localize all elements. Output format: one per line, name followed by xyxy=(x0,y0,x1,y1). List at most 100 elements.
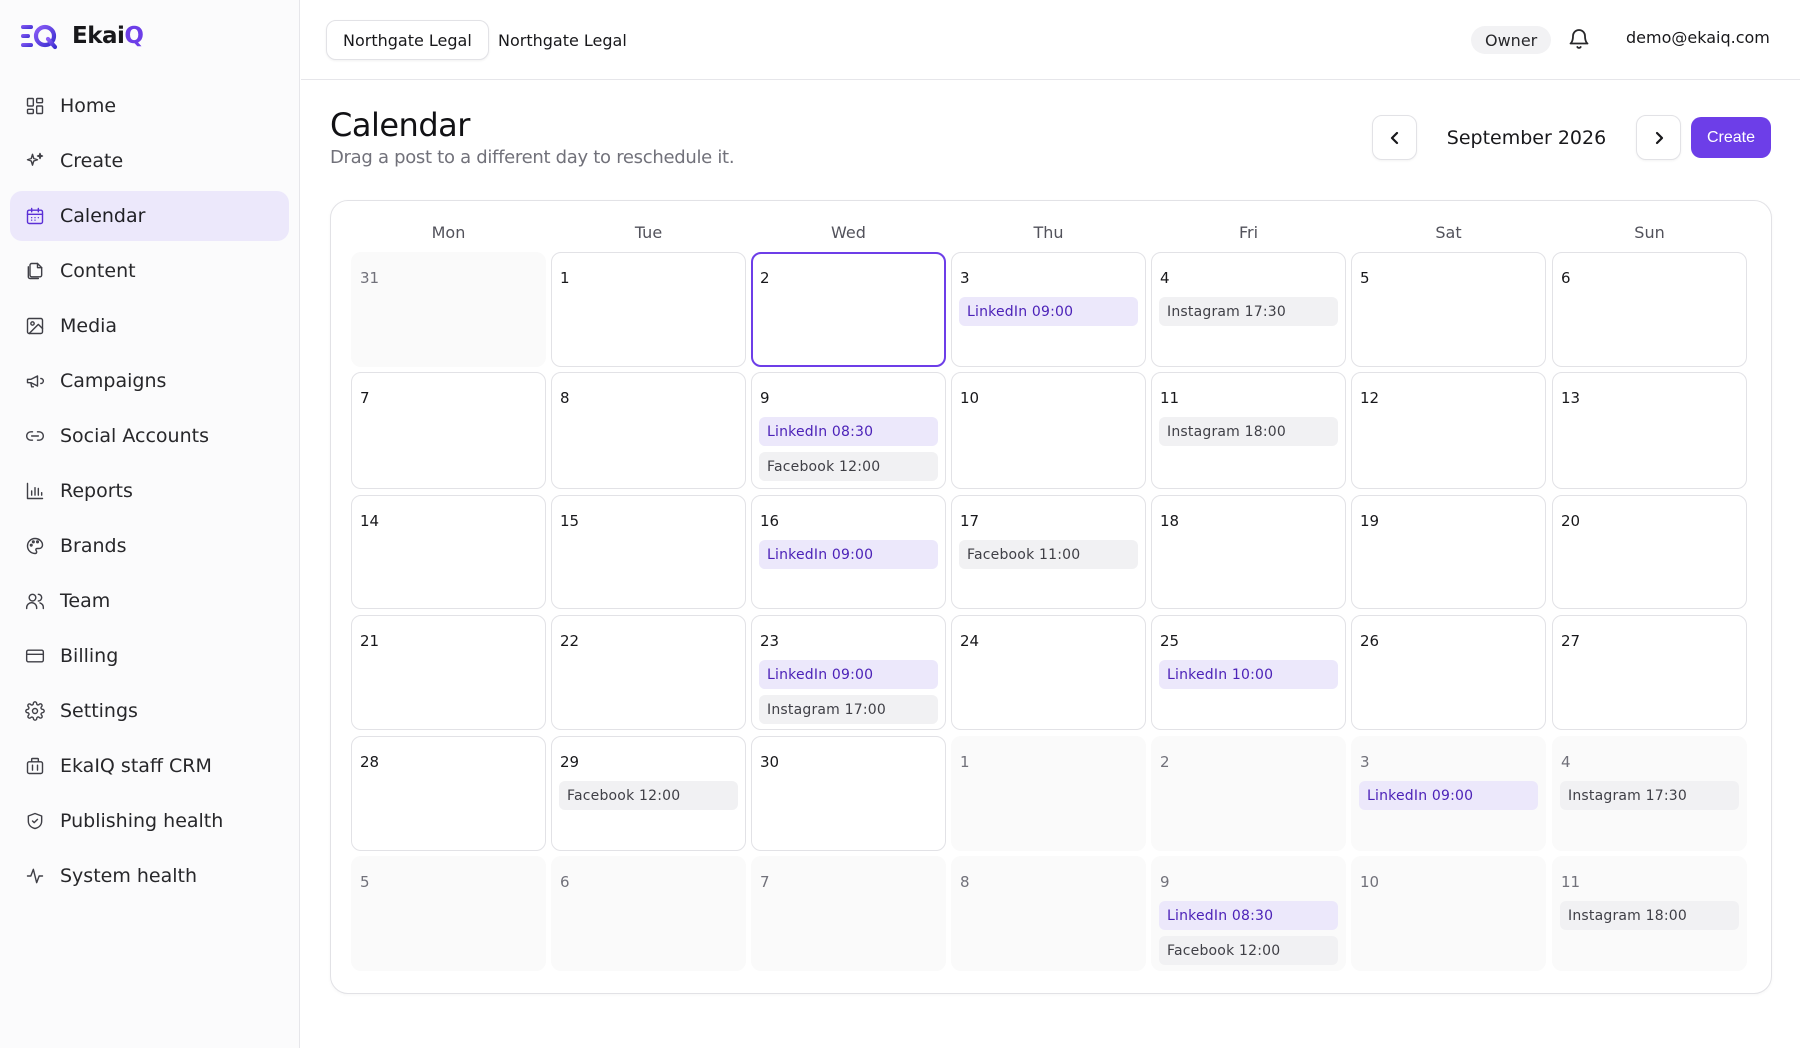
scheduled-post-linkedin[interactable]: LinkedIn 09:00 xyxy=(959,297,1138,326)
sidebar-item-label: Campaigns xyxy=(60,370,167,392)
scheduled-post-linkedin[interactable]: LinkedIn 09:00 xyxy=(759,540,938,569)
day-number: 29 xyxy=(560,753,580,771)
sidebar-item-label: Reports xyxy=(60,480,133,502)
sidebar-item-publishing-health[interactable]: Publishing health xyxy=(10,796,289,846)
sidebar-item-create[interactable]: Create xyxy=(10,136,289,186)
top-bar: Northgate Legal Northgate Legal Owner de… xyxy=(301,0,1800,80)
calendar-day[interactable]: 14 xyxy=(351,495,546,609)
sidebar-item-reports[interactable]: Reports xyxy=(10,466,289,516)
calendar-day[interactable]: 16 LinkedIn 09:00 xyxy=(751,495,946,609)
sidebar-item-campaigns[interactable]: Campaigns xyxy=(10,356,289,406)
palette-icon xyxy=(25,536,45,556)
day-number: 21 xyxy=(360,632,380,650)
next-month-button[interactable] xyxy=(1636,115,1681,160)
day-number: 18 xyxy=(1160,512,1180,530)
day-number: 4 xyxy=(1160,269,1170,287)
calendar-day[interactable]: 2 xyxy=(1151,736,1346,851)
calendar-day[interactable]: 24 xyxy=(951,615,1146,730)
calendar-day[interactable]: 22 xyxy=(551,615,746,730)
calendar-day-today[interactable]: 2 xyxy=(751,252,946,367)
bell-icon[interactable] xyxy=(1567,27,1593,53)
calendar-day[interactable]: 10 xyxy=(951,372,1146,489)
sidebar-item-label: Settings xyxy=(60,700,138,722)
sidebar-item-calendar[interactable]: Calendar xyxy=(10,191,289,241)
calendar-day[interactable]: 7 xyxy=(751,856,946,971)
calendar-day[interactable]: 4 Instagram 17:30 xyxy=(1552,736,1747,851)
calendar-day[interactable]: 8 xyxy=(551,372,746,489)
calendar-day[interactable]: 13 xyxy=(1552,372,1747,489)
calendar-day[interactable]: 15 xyxy=(551,495,746,609)
scheduled-post-facebook[interactable]: Facebook 12:00 xyxy=(759,452,938,481)
calendar-day[interactable]: 31 xyxy=(351,252,546,367)
sidebar-item-media[interactable]: Media xyxy=(10,301,289,351)
calendar-day[interactable]: 12 xyxy=(1351,372,1546,489)
tenant-tab-2[interactable]: Northgate Legal xyxy=(482,20,643,60)
calendar-day[interactable]: 25 LinkedIn 10:00 xyxy=(1151,615,1346,730)
sidebar-item-home[interactable]: Home xyxy=(10,81,289,131)
day-number: 6 xyxy=(560,873,570,891)
sidebar-item-content[interactable]: Content xyxy=(10,246,289,296)
calendar-day[interactable]: 10 xyxy=(1351,856,1546,971)
scheduled-post-instagram[interactable]: Instagram 17:00 xyxy=(759,695,938,724)
sidebar-item-social-accounts[interactable]: Social Accounts xyxy=(10,411,289,461)
calendar-day[interactable]: 5 xyxy=(351,856,546,971)
scheduled-post-linkedin[interactable]: LinkedIn 08:30 xyxy=(1159,901,1338,930)
calendar-day[interactable]: 6 xyxy=(1552,252,1747,367)
calendar-day[interactable]: 4 Instagram 17:30 xyxy=(1151,252,1346,367)
scheduled-post-linkedin[interactable]: LinkedIn 09:00 xyxy=(1359,781,1538,810)
previous-month-button[interactable] xyxy=(1372,115,1417,160)
calendar-day[interactable]: 1 xyxy=(551,252,746,367)
sidebar-item-system-health[interactable]: System health xyxy=(10,851,289,901)
day-number: 17 xyxy=(960,512,980,530)
calendar-day[interactable]: 27 xyxy=(1552,615,1747,730)
calendar-day[interactable]: 18 xyxy=(1151,495,1346,609)
day-number: 3 xyxy=(960,269,970,287)
day-number: 23 xyxy=(760,632,780,650)
scheduled-post-facebook[interactable]: Facebook 12:00 xyxy=(559,781,738,810)
day-number: 8 xyxy=(560,389,570,407)
calendar-day[interactable]: 26 xyxy=(1351,615,1546,730)
calendar-day[interactable]: 9 LinkedIn 08:30 Facebook 12:00 xyxy=(1151,856,1346,971)
day-number: 5 xyxy=(1360,269,1370,287)
calendar-day[interactable]: 11 Instagram 18:00 xyxy=(1552,856,1747,971)
calendar-day[interactable]: 30 xyxy=(751,736,946,851)
sidebar-nav: Home Create Calendar Content Media Campaigns S… xyxy=(10,81,289,906)
documents-icon xyxy=(25,261,45,281)
calendar-day[interactable]: 3 LinkedIn 09:00 xyxy=(1351,736,1546,851)
calendar-day[interactable]: 9 LinkedIn 08:30 Facebook 12:00 xyxy=(751,372,946,489)
calendar-day[interactable]: 6 xyxy=(551,856,746,971)
calendar-day[interactable]: 11 Instagram 18:00 xyxy=(1151,372,1346,489)
create-post-button[interactable]: Create xyxy=(1691,117,1771,158)
scheduled-post-linkedin[interactable]: LinkedIn 10:00 xyxy=(1159,660,1338,689)
sidebar-item-brands[interactable]: Brands xyxy=(10,521,289,571)
sidebar-item-label: Billing xyxy=(60,645,119,667)
calendar-day[interactable]: 7 xyxy=(351,372,546,489)
sidebar-item-settings[interactable]: Settings xyxy=(10,686,289,736)
scheduled-post-facebook[interactable]: Facebook 11:00 xyxy=(959,540,1138,569)
scheduled-post-linkedin[interactable]: LinkedIn 08:30 xyxy=(759,417,938,446)
calendar-day[interactable]: 5 xyxy=(1351,252,1546,367)
calendar-day[interactable]: 3 LinkedIn 09:00 xyxy=(951,252,1146,367)
calendar-day[interactable]: 23 LinkedIn 09:00 Instagram 17:00 xyxy=(751,615,946,730)
scheduled-post-instagram[interactable]: Instagram 18:00 xyxy=(1560,901,1739,930)
logo[interactable]: EkaiQ xyxy=(20,22,144,50)
calendar-day[interactable]: 20 xyxy=(1552,495,1747,609)
calendar-day[interactable]: 8 xyxy=(951,856,1146,971)
user-email[interactable]: demo@ekaiq.com xyxy=(1626,28,1770,47)
calendar-day[interactable]: 21 xyxy=(351,615,546,730)
sidebar-item-ekaiq-staff-crm[interactable]: EkaIQ staff CRM xyxy=(10,741,289,791)
calendar-day[interactable]: 19 xyxy=(1351,495,1546,609)
scheduled-post-facebook[interactable]: Facebook 12:00 xyxy=(1159,936,1338,965)
scheduled-post-linkedin[interactable]: LinkedIn 09:00 xyxy=(759,660,938,689)
day-number: 11 xyxy=(1160,389,1180,407)
sidebar-item-billing[interactable]: Billing xyxy=(10,631,289,681)
calendar-day[interactable]: 29 Facebook 12:00 xyxy=(551,736,746,851)
scheduled-post-instagram[interactable]: Instagram 18:00 xyxy=(1159,417,1338,446)
sidebar-item-team[interactable]: Team xyxy=(10,576,289,626)
calendar-day[interactable]: 1 xyxy=(951,736,1146,851)
tenant-tab-1[interactable]: Northgate Legal xyxy=(326,20,489,60)
scheduled-post-instagram[interactable]: Instagram 17:30 xyxy=(1560,781,1739,810)
scheduled-post-instagram[interactable]: Instagram 17:30 xyxy=(1159,297,1338,326)
calendar-day[interactable]: 28 xyxy=(351,736,546,851)
calendar-day[interactable]: 17 Facebook 11:00 xyxy=(951,495,1146,609)
